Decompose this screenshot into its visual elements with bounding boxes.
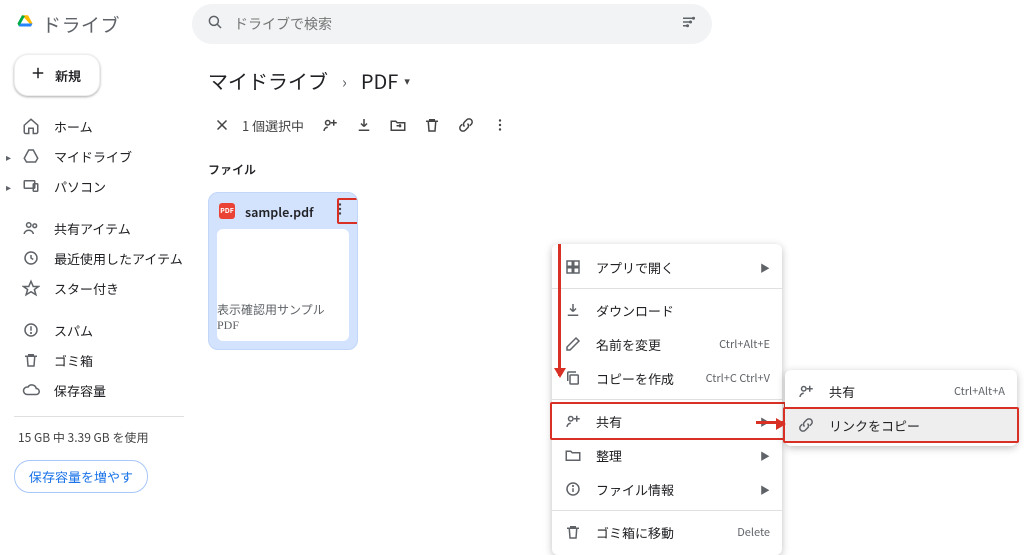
sidebar-item-label: マイドライブ bbox=[54, 147, 132, 166]
sidebar-item-label: 共有アイテム bbox=[54, 219, 131, 238]
file-name: sample.pdf bbox=[245, 202, 314, 221]
expand-icon[interactable]: ▸ bbox=[6, 179, 11, 194]
download-button[interactable] bbox=[350, 111, 378, 139]
rename-icon bbox=[564, 335, 582, 353]
sidebar-item-label: 保存容量 bbox=[54, 381, 106, 400]
divider bbox=[14, 416, 184, 417]
divider bbox=[552, 510, 782, 511]
chevron-right-icon: › bbox=[342, 69, 347, 93]
pdf-icon: PDF bbox=[219, 203, 235, 219]
search-bar[interactable] bbox=[192, 4, 712, 44]
sidebar-item-label: ホーム bbox=[54, 117, 93, 136]
share-submenu: 共有 Ctrl+Alt+A リンクをコピー bbox=[785, 370, 1017, 446]
sidebar-item-trash[interactable]: ゴミ箱 bbox=[14, 346, 188, 374]
devices-icon bbox=[22, 177, 40, 195]
breadcrumb-root[interactable]: マイドライブ bbox=[208, 66, 328, 95]
brand-label: ドライブ bbox=[42, 11, 120, 38]
search-icon bbox=[206, 13, 224, 36]
sidebar-item-mydrive[interactable]: ▸ マイドライブ bbox=[14, 142, 188, 170]
header: ドライブ bbox=[0, 0, 1024, 48]
sidebar-item-shared[interactable]: 共有アイテム bbox=[14, 214, 188, 242]
caret-down-icon: ▾ bbox=[404, 73, 410, 89]
home-icon bbox=[22, 117, 40, 135]
ctx-share[interactable]: 共有 ▶ bbox=[552, 404, 782, 438]
clear-selection-button[interactable] bbox=[208, 111, 236, 139]
files-section-label: ファイル bbox=[208, 161, 1004, 178]
people-icon bbox=[22, 219, 40, 237]
sidebar-item-label: パソコン bbox=[54, 177, 106, 196]
info-icon bbox=[564, 480, 582, 498]
breadcrumb-current[interactable]: PDF ▾ bbox=[361, 66, 410, 95]
ctx-open-with[interactable]: アプリで開く ▶ bbox=[552, 250, 782, 284]
storage-usage-text: 15 GB 中 3.39 GB を使用 bbox=[14, 429, 188, 446]
sidebar-item-home[interactable]: ホーム bbox=[14, 112, 188, 140]
spam-icon bbox=[22, 321, 40, 339]
drive-icon bbox=[22, 147, 40, 165]
file-preview: 表示確認用サンプル PDF bbox=[217, 229, 349, 341]
file-card-header: PDF sample.pdf bbox=[209, 193, 357, 229]
selection-action-bar: 1 個選択中 bbox=[208, 111, 1004, 139]
ctx-rename[interactable]: 名前を変更 Ctrl+Alt+E bbox=[552, 327, 782, 361]
brand[interactable]: ドライブ bbox=[8, 11, 180, 38]
sidebar-item-spam[interactable]: スパム bbox=[14, 316, 188, 344]
ctx-trash[interactable]: ゴミ箱に移動 Delete bbox=[552, 515, 782, 549]
more-actions-button[interactable] bbox=[486, 111, 514, 139]
submenu-arrow-icon: ▶ bbox=[760, 448, 770, 463]
link-icon bbox=[797, 416, 815, 434]
trash-icon bbox=[22, 351, 40, 369]
expand-icon[interactable]: ▸ bbox=[6, 149, 11, 164]
new-button[interactable]: 新規 bbox=[14, 54, 100, 96]
divider bbox=[552, 399, 782, 400]
ctx-make-copy[interactable]: コピーを作成 Ctrl+C Ctrl+V bbox=[552, 361, 782, 395]
trash-icon bbox=[564, 523, 582, 541]
sidebar-item-starred[interactable]: スター付き bbox=[14, 274, 188, 302]
sidebar-item-label: スパム bbox=[54, 321, 93, 340]
open-with-icon bbox=[564, 258, 582, 276]
search-input[interactable] bbox=[234, 16, 670, 32]
divider bbox=[552, 288, 782, 289]
sidebar-item-label: スター付き bbox=[54, 279, 119, 298]
search-options-icon[interactable] bbox=[680, 13, 698, 36]
download-icon bbox=[564, 301, 582, 319]
star-icon bbox=[22, 279, 40, 297]
context-menu: アプリで開く ▶ ダウンロード 名前を変更 Ctrl+Alt+E コピーを作成 … bbox=[552, 244, 782, 555]
drive-logo-icon bbox=[16, 13, 34, 36]
submenu-arrow-icon: ▶ bbox=[760, 414, 770, 429]
ctx-organize[interactable]: 整理 ▶ bbox=[552, 438, 782, 472]
file-preview-text: 表示確認用サンプル PDF bbox=[217, 301, 349, 333]
new-label: 新規 bbox=[55, 66, 81, 85]
copy-icon bbox=[564, 369, 582, 387]
plus-icon bbox=[29, 64, 47, 86]
submenu-arrow-icon: ▶ bbox=[760, 482, 770, 497]
cloud-icon bbox=[22, 381, 40, 399]
submenu-share[interactable]: 共有 Ctrl+Alt+A bbox=[785, 374, 1017, 408]
ctx-download[interactable]: ダウンロード bbox=[552, 293, 782, 327]
clock-icon bbox=[22, 249, 40, 267]
share-icon bbox=[797, 382, 815, 400]
selection-count-text: 1 個選択中 bbox=[242, 116, 304, 135]
ctx-file-info[interactable]: ファイル情報 ▶ bbox=[552, 472, 782, 506]
sidebar-item-label: 最近使用したアイテム bbox=[54, 249, 183, 268]
sidebar-item-recent[interactable]: 最近使用したアイテム bbox=[14, 244, 188, 272]
get-link-button[interactable] bbox=[452, 111, 480, 139]
delete-button[interactable] bbox=[418, 111, 446, 139]
annotation-highlight bbox=[550, 402, 786, 440]
sidebar-item-storage[interactable]: 保存容量 bbox=[14, 376, 188, 404]
submenu-copy-link[interactable]: リンクをコピー bbox=[785, 408, 1017, 442]
sidebar: 新規 ホーム ▸ マイドライブ ▸ パソコン 共有アイテム 最近使用したアイテム… bbox=[0, 48, 188, 518]
file-card[interactable]: PDF sample.pdf 表示確認用サンプル PDF bbox=[208, 192, 358, 350]
submenu-arrow-icon: ▶ bbox=[760, 260, 770, 275]
sidebar-item-computers[interactable]: ▸ パソコン bbox=[14, 172, 188, 200]
upgrade-storage-button[interactable]: 保存容量を増やす bbox=[14, 460, 148, 493]
share-button[interactable] bbox=[316, 111, 344, 139]
share-icon bbox=[564, 412, 582, 430]
file-more-button[interactable] bbox=[331, 200, 349, 222]
sidebar-item-label: ゴミ箱 bbox=[54, 351, 93, 370]
breadcrumb: マイドライブ › PDF ▾ bbox=[208, 62, 1004, 99]
main: マイドライブ › PDF ▾ 1 個選択中 ファイル PDF sampl bbox=[188, 48, 1024, 518]
move-button[interactable] bbox=[384, 111, 412, 139]
organize-icon bbox=[564, 446, 582, 464]
